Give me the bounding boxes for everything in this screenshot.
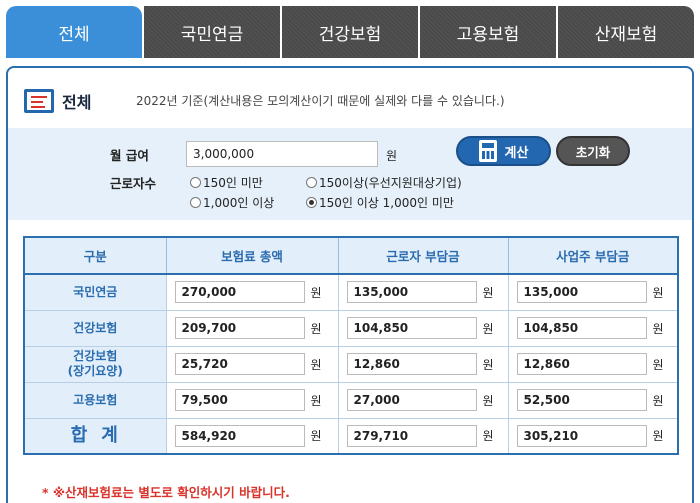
tab-health-insurance[interactable]: 건강보험 (280, 6, 418, 58)
calculate-button[interactable]: 계산 (456, 136, 551, 166)
worker-value: 12,860 (346, 353, 477, 375)
unit-label: 원 (652, 393, 664, 408)
worker-value: 135,000 (346, 281, 477, 304)
radio-label: 1,000인 이상 (203, 196, 275, 210)
table-row-long-term-care: 건강보험 (장기요양) 25,720 원 12,860 원 12,860 원 (23, 345, 679, 383)
unit-label: 원 (482, 357, 494, 372)
employer-value: 104,850 (516, 317, 647, 339)
tab-industrial-accident-insurance[interactable]: 산재보험 (556, 6, 694, 58)
monitor-icon (24, 89, 54, 113)
total-value: 584,920 (174, 424, 305, 447)
unit-label: 원 (652, 321, 664, 336)
employer-value: 135,000 (516, 281, 647, 304)
radio-150-to-1000[interactable]: 150인 이상 1,000인 미만 (306, 194, 454, 211)
result-table: 구분 보험료 총액 근로자 부담금 사업주 부담금 국민연금 270,000 원 … (23, 236, 679, 455)
calculator-icon (478, 140, 497, 162)
total-value: 209,700 (174, 317, 305, 339)
tab-all[interactable]: 전체 (6, 6, 142, 58)
row-label-sub: (장기요양) (67, 364, 123, 378)
table-row-total: 합계 584,920 원 279,710 원 305,210 원 (23, 417, 679, 455)
row-label-total: 합계 (23, 417, 167, 455)
worker-value: 279,710 (346, 424, 477, 447)
salary-label: 월 급여 (110, 148, 149, 163)
table-row-national-pension: 국민연금 270,000 원 135,000 원 135,000 원 (23, 273, 679, 311)
unit-label: 원 (310, 357, 322, 372)
total-value: 270,000 (174, 281, 305, 304)
radio-button[interactable] (190, 177, 201, 188)
unit-label: 원 (310, 429, 322, 444)
employer-value: 12,860 (516, 353, 647, 375)
workers-label: 근로자수 (110, 176, 157, 191)
tab-national-pension[interactable]: 국민연금 (142, 6, 280, 58)
tab-bar: 전체 국민연금 건강보험 고용보험 산재보험 (6, 6, 694, 58)
calculate-label: 계산 (504, 145, 529, 161)
unit-label: 원 (310, 393, 322, 408)
table-header-row: 구분 보험료 총액 근로자 부담금 사업주 부담금 (23, 236, 679, 275)
footnote-warning: * ※산재보험료는 별도로 확인하시기 바랍니다. (42, 485, 290, 500)
total-value: 79,500 (174, 389, 305, 411)
row-label: 건강보험 (23, 309, 167, 347)
total-value: 25,720 (174, 353, 305, 375)
table-row-employment-insurance: 고용보험 79,500 원 27,000 원 52,500 원 (23, 381, 679, 419)
calculator-panel: 전체 2022년 기준(계산내용은 모의계산이기 때문에 실제와 다를 수 있습… (6, 66, 694, 503)
salary-input[interactable] (186, 141, 378, 167)
radio-150-priority[interactable]: 150이상(우선지원대상기업) (306, 174, 462, 191)
panel-title: 전체 (62, 93, 92, 112)
worker-value: 104,850 (346, 317, 477, 339)
input-area: 월 급여 원 근로자수 150인 미만 150이상(우선지원대상기업) 1,00… (8, 128, 692, 220)
row-label: 건강보험 (장기요양) (23, 345, 167, 383)
column-header-worker: 근로자 부담금 (337, 236, 509, 275)
unit-label: 원 (652, 429, 664, 444)
employer-value: 305,210 (516, 424, 647, 447)
radio-label: 150인 미만 (203, 176, 263, 190)
unit-label: 원 (482, 321, 494, 336)
panel-titlebar: 전체 (24, 88, 91, 114)
unit-label: 원 (310, 285, 322, 300)
unit-label: 원 (482, 285, 494, 300)
column-header-total: 보험료 총액 (165, 236, 339, 275)
row-label-main: 건강보험 (73, 349, 118, 363)
reset-button[interactable]: 초기화 (556, 136, 630, 166)
radio-button[interactable] (306, 177, 317, 188)
radio-button-selected[interactable] (306, 197, 317, 208)
column-header-category: 구분 (23, 236, 167, 275)
column-header-employer: 사업주 부담금 (507, 236, 679, 275)
row-label: 국민연금 (23, 273, 167, 311)
unit-label: 원 (310, 321, 322, 336)
radio-label: 150인 이상 1,000인 미만 (319, 196, 454, 210)
worker-value: 27,000 (346, 389, 477, 411)
radio-label: 150이상(우선지원대상기업) (319, 176, 462, 190)
salary-unit: 원 (386, 149, 398, 163)
unit-label: 원 (652, 357, 664, 372)
employer-value: 52,500 (516, 389, 647, 411)
radio-1000-over[interactable]: 1,000인 이상 (190, 194, 274, 211)
unit-label: 원 (482, 393, 494, 408)
tab-employment-insurance[interactable]: 고용보험 (418, 6, 556, 58)
notice-text: 2022년 기준(계산내용은 모의계산이기 때문에 실제와 다를 수 있습니다.… (136, 94, 505, 108)
unit-label: 원 (482, 429, 494, 444)
radio-button[interactable] (190, 197, 201, 208)
radio-under-150[interactable]: 150인 미만 (190, 174, 263, 191)
table-row-health-insurance: 건강보험 209,700 원 104,850 원 104,850 원 (23, 309, 679, 347)
row-label: 고용보험 (23, 381, 167, 419)
unit-label: 원 (652, 285, 664, 300)
